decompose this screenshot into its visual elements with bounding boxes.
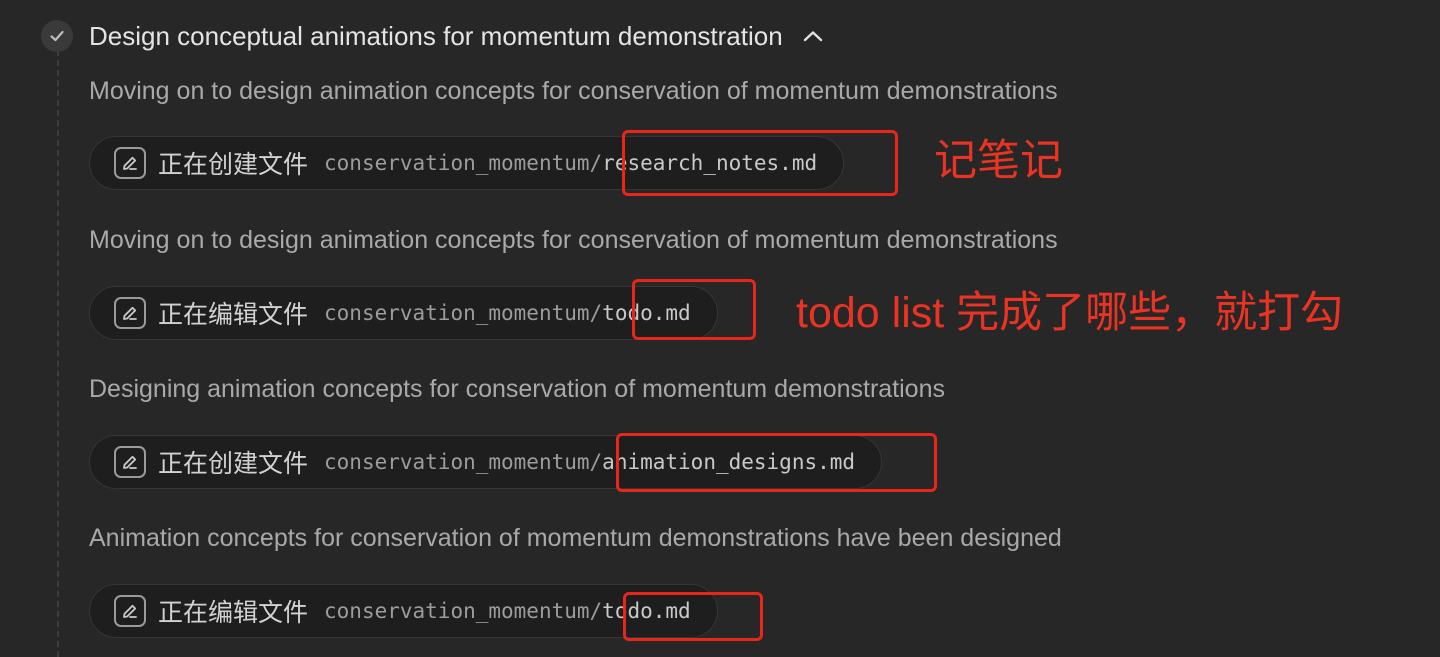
step-title: Design conceptual animations for momentu… <box>89 20 783 51</box>
file-action-label: 正在编辑文件 <box>158 599 309 627</box>
annotation-highlight-box <box>616 433 937 492</box>
file-path-prefix: conservation_momentum/ <box>324 301 603 325</box>
file-action-label: 正在编辑文件 <box>158 301 309 329</box>
step-description: Animation concepts for conservation of m… <box>89 524 1062 552</box>
file-path-prefix: conservation_momentum/ <box>324 450 603 474</box>
agent-step-panel: Design conceptual animations for momentu… <box>0 0 1440 657</box>
edit-file-icon <box>114 297 146 329</box>
step-header[interactable]: Design conceptual animations for momentu… <box>89 18 823 54</box>
check-icon <box>41 20 73 52</box>
step-description: Designing animation concepts for conserv… <box>89 375 945 403</box>
annotation-highlight-box <box>622 130 898 196</box>
file-action-chip[interactable]: 正在编辑文件 conservation_momentum/todo.md <box>89 286 718 340</box>
file-path-prefix: conservation_momentum/ <box>324 599 603 623</box>
edit-file-icon <box>114 147 146 179</box>
edit-file-icon <box>114 446 146 478</box>
step-description: Moving on to design animation concepts f… <box>89 77 1058 105</box>
annotation-note: todo list 完成了哪些，就打勾 <box>796 289 1344 337</box>
annotation-note: 记笔记 <box>934 137 1063 185</box>
timeline-connector <box>57 40 59 657</box>
annotation-highlight-box <box>632 279 756 340</box>
chevron-up-icon[interactable] <box>803 30 823 42</box>
edit-file-icon <box>114 595 146 627</box>
file-path-prefix: conservation_momentum/ <box>324 151 603 175</box>
file-action-label: 正在创建文件 <box>158 450 309 478</box>
step-description: Moving on to design animation concepts f… <box>89 226 1058 254</box>
annotation-highlight-box <box>623 592 763 641</box>
file-action-label: 正在创建文件 <box>158 151 309 179</box>
